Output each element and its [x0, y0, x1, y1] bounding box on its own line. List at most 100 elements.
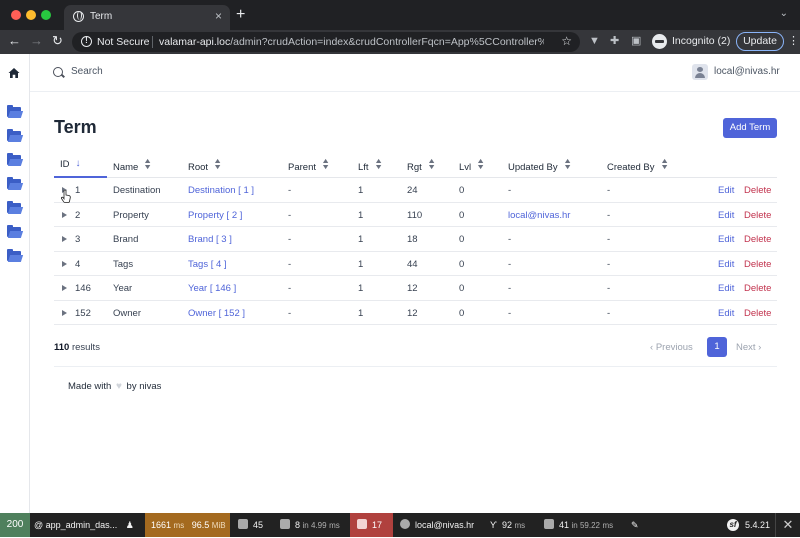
tab-close-icon[interactable]: × — [215, 9, 222, 23]
sf-user[interactable]: local@nivas.hr — [400, 513, 474, 537]
caret-right-icon[interactable] — [62, 309, 67, 316]
back-icon[interactable]: ← — [8, 33, 21, 49]
cell-created-by: - — [607, 209, 611, 221]
cell-rgt: 12 — [407, 283, 418, 294]
edit-action[interactable]: Edit — [718, 234, 734, 245]
footer-text: Made with ♥ by nivas — [68, 381, 161, 392]
caret-right-icon[interactable] — [62, 211, 67, 218]
cell-name: Owner — [113, 307, 141, 319]
column-header-rgt[interactable]: Rgt ▲ ▼ — [407, 158, 436, 173]
sort-icon: ▲ ▼ — [426, 158, 436, 171]
symfony-icon[interactable]: sf — [727, 519, 739, 531]
cell-updated-by: - — [508, 185, 512, 196]
sf-database[interactable]: 41 in 59.22 ms — [544, 513, 613, 537]
security-label[interactable]: Not Secure — [97, 36, 150, 48]
delete-action[interactable]: Delete — [744, 185, 771, 196]
warning-icon[interactable]: ! — [81, 36, 92, 47]
sf-db-unit: ms — [602, 521, 614, 530]
cell-rgt: 110 — [407, 209, 423, 221]
caret-right-icon[interactable] — [62, 285, 67, 291]
column-header-lvl[interactable]: Lvl ▲ ▼ — [459, 158, 485, 173]
search-input[interactable] — [71, 66, 371, 77]
sf-route[interactable]: @ app_admin_das... ♟ — [34, 513, 134, 537]
delete-action[interactable]: Delete — [744, 283, 771, 294]
cell-rgt: 18 — [407, 234, 418, 245]
pagination-next[interactable]: Next › — [736, 342, 761, 353]
edit-action[interactable]: Edit — [718, 308, 734, 319]
window-minimize-button[interactable] — [26, 10, 36, 20]
table-row: 152 Owner Owner [ 152 ] - 1 12 0 - - Edit Delete — [54, 301, 777, 325]
cell-name: Destination — [113, 185, 161, 196]
vue-devtools-icon[interactable]: ▼ — [589, 34, 600, 48]
cell-updated-by: - — [508, 283, 512, 294]
column-header-label: Updated By — [508, 162, 558, 173]
sf-version[interactable]: 5.4.21 — [745, 513, 770, 537]
update-button[interactable]: Update — [736, 32, 784, 51]
side-panel-icon[interactable]: ▣ — [631, 34, 641, 48]
close-icon[interactable]: ✕ — [775, 513, 800, 537]
delete-action[interactable]: Delete — [744, 234, 771, 245]
cell-parent: - — [288, 209, 292, 221]
home-icon[interactable] — [8, 67, 20, 79]
forward-icon[interactable]: → — [30, 33, 43, 49]
column-header-updated-by[interactable]: Updated By ▲ ▼ — [508, 158, 572, 173]
delete-action[interactable]: Delete — [744, 308, 771, 319]
cell-id: 1 — [75, 185, 81, 196]
cell-parent: - — [288, 258, 292, 270]
column-header-name[interactable]: Name ▲ ▼ — [113, 158, 152, 173]
cell-parent: - — [288, 307, 292, 319]
cell-rgt: 24 — [407, 185, 418, 196]
url-host: valamar-api.loc — [159, 36, 231, 48]
column-header-label: Lvl — [459, 162, 472, 173]
cell-root[interactable]: Owner [ 152 ] — [188, 308, 245, 319]
cell-lft: 1 — [358, 307, 364, 319]
cell-id: 2 — [75, 209, 81, 221]
column-header-lft[interactable]: Lft ▲ ▼ — [358, 158, 383, 173]
column-header-parent[interactable]: Parent ▲ ▼ — [288, 158, 330, 173]
browser-tab[interactable]: Term × — [64, 5, 230, 30]
browser-menu-icon[interactable]: ⋮ — [788, 34, 799, 47]
cell-root[interactable]: Brand [ 3 ] — [188, 234, 232, 245]
pagination-previous[interactable]: ‹ Previous — [650, 342, 693, 353]
window-close-button[interactable] — [11, 10, 21, 20]
sf-translations[interactable]: 17 — [350, 513, 393, 537]
cell-root[interactable]: Year [ 146 ] — [188, 283, 236, 294]
sf-forms[interactable]: 45 — [238, 513, 263, 537]
reload-icon[interactable]: ↻ — [52, 33, 63, 49]
sf-performance[interactable]: 1661 ms 96.5 MiB — [145, 513, 230, 537]
edit-action[interactable]: Edit — [718, 259, 734, 270]
sf-status-code[interactable]: 200 — [0, 513, 30, 537]
tab-strip: Term × + ⌄ — [0, 0, 800, 30]
results-count: 110 results — [54, 342, 100, 353]
pagination-page-1[interactable]: 1 — [707, 337, 727, 357]
caret-right-icon[interactable] — [62, 260, 67, 267]
edit-action[interactable]: Edit — [718, 210, 734, 221]
url-text[interactable]: valamar-api.loc/admin?crudAction=index&c… — [159, 36, 544, 48]
column-header-root[interactable]: Root ▲ ▼ — [188, 158, 222, 173]
address-bar[interactable]: ! Not Secure valamar-api.loc/admin?crudA… — [72, 32, 580, 52]
delete-action[interactable]: Delete — [744, 210, 771, 221]
tab-search-icon[interactable]: ⌄ — [780, 8, 788, 19]
window-maximize-button[interactable] — [41, 10, 51, 20]
delete-action[interactable]: Delete — [744, 259, 771, 270]
column-header-id[interactable]: ID ↓ — [60, 159, 81, 171]
sf-twig[interactable]: ϒ 92 ms — [490, 513, 525, 537]
cell-updated-by[interactable]: local@nivas.hr — [508, 210, 570, 221]
cell-lft: 1 — [358, 185, 364, 196]
table-row: 2 Property Property [ 2 ] - 1 110 0 local@nivas… — [54, 203, 777, 227]
sf-cache[interactable]: 8 in 4.99 ms — [280, 513, 340, 537]
new-tab-button[interactable]: + — [236, 7, 245, 23]
cell-root[interactable]: Tags [ 4 ] — [188, 259, 227, 270]
column-header-created-by[interactable]: Created By ▲ ▼ — [607, 158, 669, 173]
add-term-button[interactable]: Add Term — [723, 118, 777, 138]
bookmark-star-icon[interactable]: ☆ — [561, 34, 572, 48]
caret-right-icon[interactable] — [62, 236, 67, 242]
cell-root[interactable]: Destination [ 1 ] — [188, 185, 254, 196]
edit-action[interactable]: Edit — [718, 185, 734, 196]
cell-root[interactable]: Property [ 2 ] — [188, 210, 242, 221]
user-avatar-icon[interactable] — [692, 64, 708, 80]
extensions-puzzle-icon[interactable]: ✚ — [610, 34, 619, 48]
user-name[interactable]: local@nivas.hr — [714, 66, 780, 77]
sf-magic[interactable]: ✎ — [631, 513, 639, 537]
edit-action[interactable]: Edit — [718, 283, 734, 294]
